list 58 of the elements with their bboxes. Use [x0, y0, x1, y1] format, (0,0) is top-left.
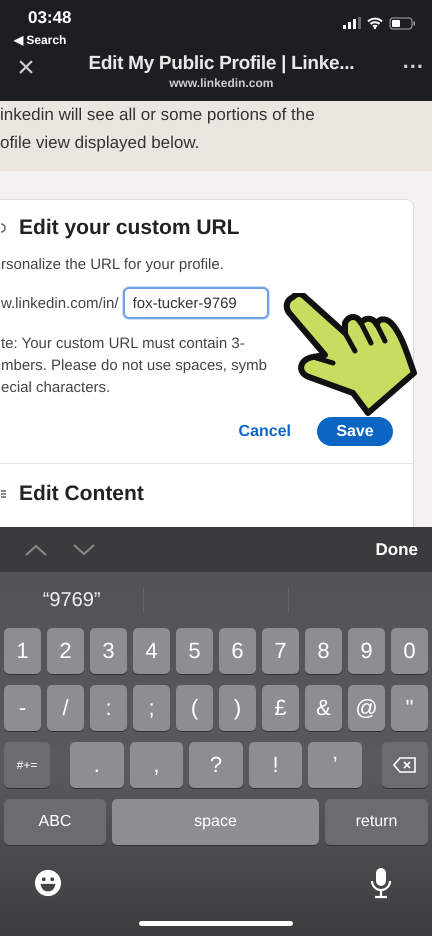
keyboard-key[interactable]: 7 [262, 628, 299, 674]
keyboard-key[interactable]: ! [248, 742, 302, 788]
keyboard-key[interactable]: ? [189, 742, 243, 788]
keyboard-key[interactable]: 4 [133, 628, 170, 674]
keyboard-key[interactable]: ; [133, 685, 170, 731]
keyboard-key[interactable]: 6 [219, 628, 256, 674]
keyboard-key[interactable]: 2 [47, 628, 84, 674]
back-link[interactable]: ◀ Search [14, 33, 72, 47]
emoji-icon[interactable] [34, 869, 62, 897]
pointing-hand-icon [283, 293, 419, 419]
status-time: 03:48 [28, 8, 72, 28]
keyboard-key[interactable]: 5 [176, 628, 213, 674]
keyboard-key[interactable]: / [47, 685, 84, 731]
description-text: rsonalize the URL for your profile. [1, 256, 225, 273]
chevron-down-icon[interactable] [72, 544, 96, 556]
keyboard-key[interactable]: £ [262, 685, 299, 731]
list-icon [1, 489, 7, 499]
save-button[interactable]: Save [317, 417, 393, 446]
keyboard-key[interactable]: . [70, 742, 124, 788]
keyboard-key[interactable]: ) [219, 685, 256, 731]
keyboard-key[interactable]: @ [348, 685, 385, 731]
keyboard-key[interactable]: & [305, 685, 342, 731]
section-title: Edit Content [19, 482, 144, 506]
keyboard-key[interactable]: 0 [391, 628, 428, 674]
page-title: Edit My Public Profile | Linke... [88, 53, 354, 75]
chevron-up-icon[interactable] [24, 544, 48, 556]
battery-icon [389, 16, 416, 30]
url-input-field[interactable]: fox-tucker-9769 [122, 287, 269, 319]
keyboard-key[interactable]: space [112, 799, 319, 845]
close-button[interactable]: × [12, 55, 40, 81]
suggestion-item[interactable]: “9769” [0, 588, 144, 612]
keyboard-key[interactable]: 3 [90, 628, 127, 674]
signal-icon [343, 17, 361, 29]
wifi-icon [367, 17, 383, 29]
section-title: Edit your custom URL [19, 216, 240, 240]
done-button[interactable]: Done [376, 540, 418, 560]
keyboard-key[interactable]: #+= [4, 742, 50, 788]
more-button[interactable]: ... [402, 53, 424, 69]
keyboard-key[interactable]: ’ [308, 742, 362, 788]
keyboard-key[interactable]: 9 [348, 628, 385, 674]
cancel-link[interactable]: Cancel [238, 422, 291, 440]
keyboard-key[interactable]: : [90, 685, 127, 731]
backspace-key[interactable] [382, 742, 428, 788]
backspace-icon [392, 757, 417, 773]
url-prefix: w.linkedin.com/in/ [1, 294, 119, 312]
intro-text: ofile view displayed below. [0, 132, 200, 154]
intro-text: inkedin will see all or some portions of the [0, 104, 316, 126]
microphone-icon[interactable] [370, 867, 392, 899]
keyboard-key[interactable]: " [391, 685, 428, 731]
keyboard-key[interactable]: 8 [305, 628, 342, 674]
keyboard-key[interactable]: ABC [4, 799, 106, 845]
keyboard-key[interactable]: return [325, 799, 428, 845]
keyboard-key[interactable]: ( [176, 685, 213, 731]
page-url: www.linkedin.com [169, 76, 274, 90]
note-text: te: Your custom URL must contain 3- mbers. Please do not use spaces, symb ecial characters. [1, 334, 267, 398]
keyboard-key[interactable]: 1 [4, 628, 41, 674]
keyboard-key[interactable]: - [4, 685, 41, 731]
keyboard-key[interactable]: , [130, 742, 184, 788]
